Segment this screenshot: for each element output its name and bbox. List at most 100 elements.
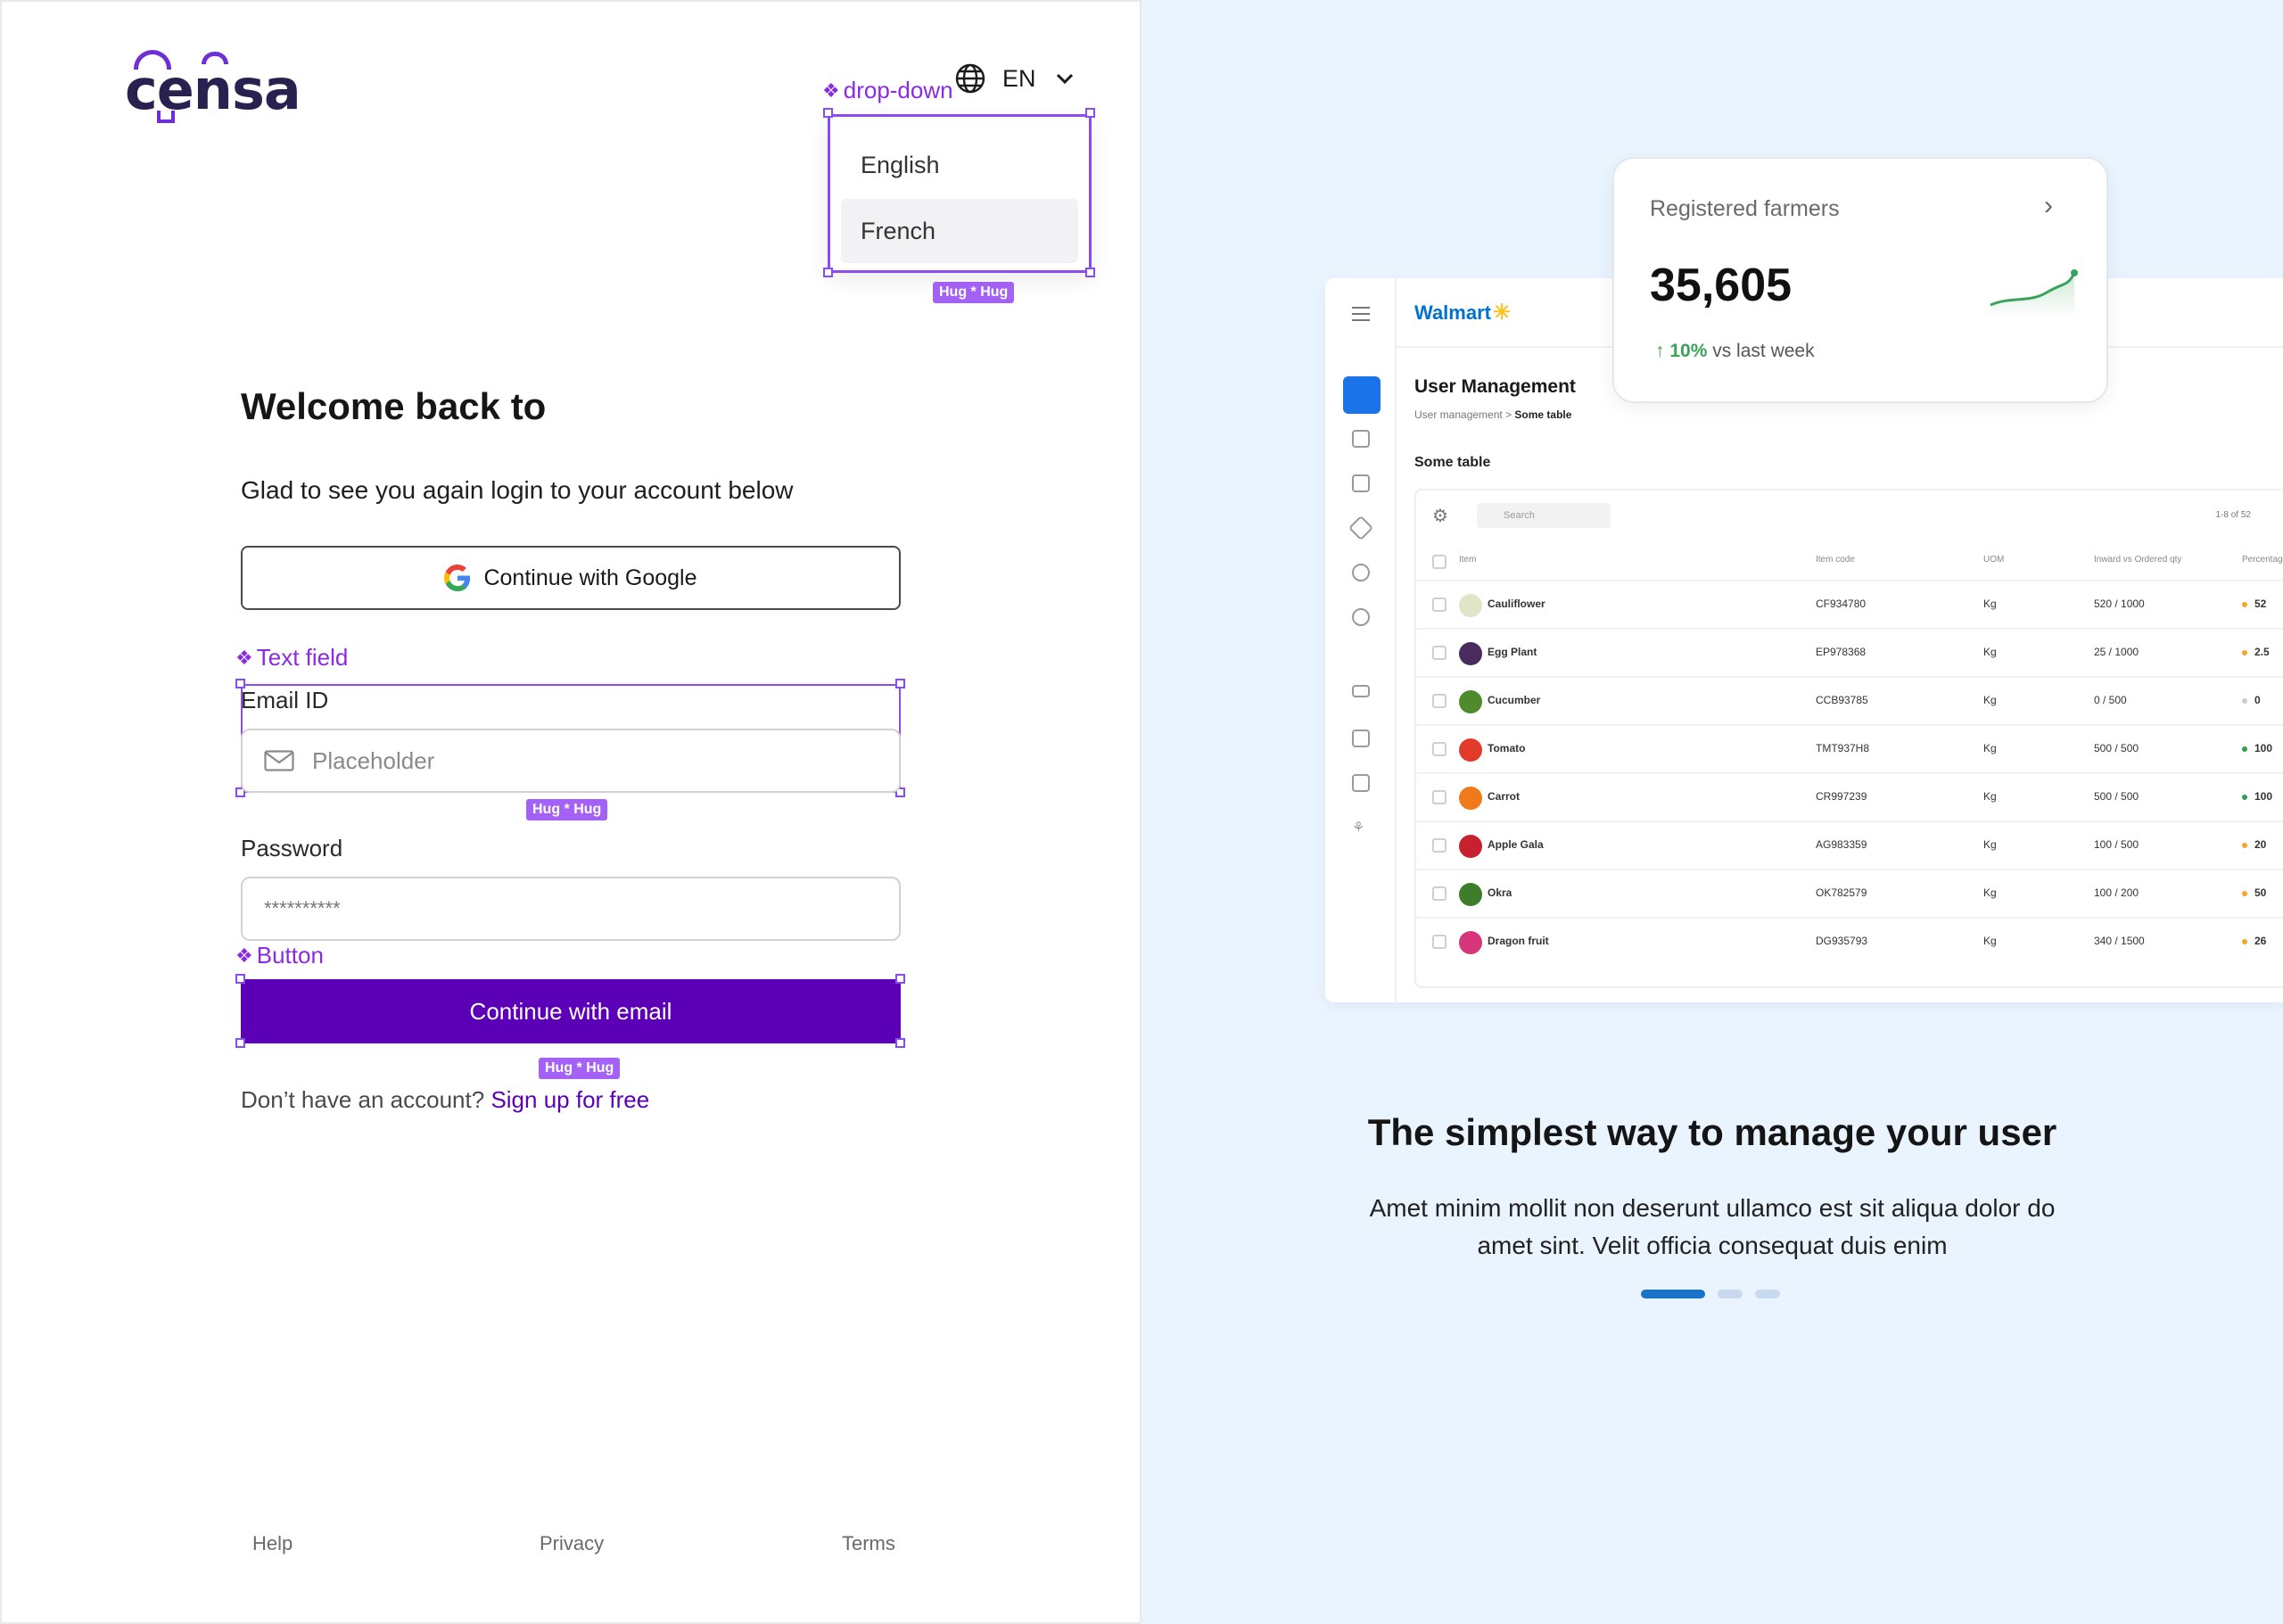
row-checkbox — [1432, 694, 1446, 708]
alert-icon — [1352, 608, 1370, 626]
item-uom: Kg — [1983, 935, 1997, 947]
preview-page-title: User Management — [1414, 376, 1576, 397]
item-code: CF934780 — [1816, 598, 1867, 610]
table-row: Egg Plant EP978368 Kg 25 / 1000 2.5 — [1416, 628, 2283, 676]
selection-handle — [895, 974, 905, 984]
table-row: Tomato TMT937H8 Kg 500 / 500 100 — [1416, 724, 2283, 772]
preview-table: ⚙ Search 1-8 of 52 Item Item code UOM In… — [1414, 489, 2283, 988]
carousel-dot-active[interactable] — [1641, 1290, 1705, 1298]
item-uom: Kg — [1983, 742, 1997, 754]
item-code: OK782579 — [1816, 886, 1867, 899]
image-icon — [1352, 474, 1370, 492]
censa-logo: censa — [125, 50, 301, 123]
carousel-dot[interactable] — [1755, 1290, 1780, 1298]
preview-breadcrumb: User management > Some table — [1414, 408, 1572, 421]
gear-icon: ⚙ — [1432, 507, 1448, 526]
language-option-english[interactable]: English — [841, 133, 1078, 197]
mail-icon — [264, 750, 294, 771]
preview-pager: 1-8 of 52 — [2215, 510, 2251, 520]
signup-link[interactable]: Sign up for free — [490, 1086, 649, 1113]
status-dot — [2242, 794, 2247, 800]
logo-underline — [157, 111, 175, 123]
item-uom: Kg — [1983, 790, 1997, 803]
password-field[interactable]: ********** — [241, 877, 901, 941]
item-code: TMT937H8 — [1816, 742, 1870, 754]
status-dot — [2242, 649, 2247, 655]
status-dot — [2242, 890, 2247, 896]
item-name: Okra — [1488, 886, 1512, 899]
continue-with-email-button[interactable]: Continue with email — [241, 979, 901, 1043]
table-row: Apple Gala AG983359 Kg 100 / 500 20 — [1416, 820, 2283, 869]
globe-icon — [955, 63, 985, 94]
chevron-down-icon — [1056, 73, 1073, 85]
selection-handle — [895, 1038, 905, 1048]
walmart-spark-icon: ✳ — [1492, 301, 1512, 325]
delta-value: 10% — [1669, 341, 1708, 361]
chevron-right-icon: › — [2044, 191, 2053, 220]
password-label: Password — [241, 835, 343, 861]
dropdown-component-label: ❖ drop-down — [822, 77, 953, 103]
password-value: ********** — [264, 897, 341, 919]
item-uom: Kg — [1983, 694, 1997, 706]
item-percentage: 20 — [2242, 838, 2266, 851]
table-row: Dragon fruit DG935793 Kg 340 / 1500 26 — [1416, 917, 2283, 965]
item-percentage: 52 — [2242, 598, 2266, 610]
textfield-component-label: ❖ Text field — [235, 644, 349, 671]
footer-help-link[interactable]: Help — [252, 1532, 293, 1555]
item-thumbnail — [1459, 931, 1482, 954]
row-checkbox — [1432, 886, 1446, 901]
walmart-logo: Walmart✳ — [1414, 301, 1512, 325]
item-name: Carrot — [1488, 790, 1521, 803]
column-header: UOM — [1983, 555, 2005, 565]
selection-handle — [1085, 108, 1095, 118]
carousel-dot[interactable] — [1718, 1290, 1743, 1298]
item-qty: 25 / 1000 — [2094, 646, 2139, 658]
language-option-french[interactable]: French — [841, 199, 1078, 263]
welcome-subtitle: Glad to see you again login to your acco… — [241, 476, 794, 504]
component-diamond-icon: ❖ — [235, 646, 253, 669]
table-row: Okra OK782579 Kg 100 / 200 50 — [1416, 869, 2283, 917]
item-percentage: 50 — [2242, 886, 2266, 899]
preview-sidebar: ⚘ — [1325, 278, 1397, 1002]
hamburger-icon — [1352, 307, 1370, 326]
table-row: Carrot CR997239 Kg 500 / 500 100 — [1416, 772, 2283, 820]
item-percentage: 26 — [2242, 935, 2266, 947]
item-code: EP978368 — [1816, 646, 1867, 658]
item-code: DG935793 — [1816, 935, 1868, 947]
preview-table-title: Some table — [1414, 455, 1491, 470]
item-thumbnail — [1459, 835, 1482, 858]
google-signin-button[interactable]: Continue with Google — [241, 546, 901, 610]
item-thumbnail — [1459, 690, 1482, 713]
signup-prompt: Don’t have an account? Sign up for free — [241, 1086, 650, 1113]
users-icon — [1352, 564, 1370, 581]
footer-privacy-link[interactable]: Privacy — [540, 1532, 604, 1555]
sparkline-chart — [1990, 269, 2078, 317]
item-code: AG983359 — [1816, 838, 1867, 851]
message-icon — [1352, 685, 1370, 697]
document-icon — [1352, 430, 1370, 448]
row-checkbox — [1432, 742, 1446, 756]
item-qty: 100 / 200 — [2094, 886, 2139, 899]
column-header: Item code — [1816, 555, 1855, 565]
status-dot — [2242, 697, 2247, 704]
email-placeholder: Placeholder — [312, 746, 435, 774]
preview-search: Search — [1477, 503, 1611, 528]
tag-icon — [1348, 515, 1374, 541]
language-selector[interactable]: EN — [954, 62, 1077, 95]
selection-handle — [235, 1038, 245, 1048]
footer-terms-link[interactable]: Terms — [842, 1532, 895, 1555]
item-name: Egg Plant — [1488, 646, 1537, 658]
hug-tag: Hug * Hug — [526, 799, 608, 820]
component-diamond-icon: ❖ — [822, 78, 840, 102]
marketing-body: Amet minim mollit non deserunt ullamco e… — [1369, 1194, 2056, 1259]
item-qty: 0 / 500 — [2094, 694, 2127, 706]
item-percentage: 100 — [2242, 790, 2272, 803]
status-dot — [2242, 746, 2247, 752]
row-checkbox — [1432, 838, 1446, 853]
item-name: Apple Gala — [1488, 838, 1544, 851]
language-dropdown-menu: English French — [828, 114, 1092, 273]
hug-tag: Hug * Hug — [933, 282, 1015, 303]
item-uom: Kg — [1983, 838, 1997, 851]
item-thumbnail — [1459, 642, 1482, 665]
email-field[interactable]: Placeholder — [241, 729, 901, 793]
